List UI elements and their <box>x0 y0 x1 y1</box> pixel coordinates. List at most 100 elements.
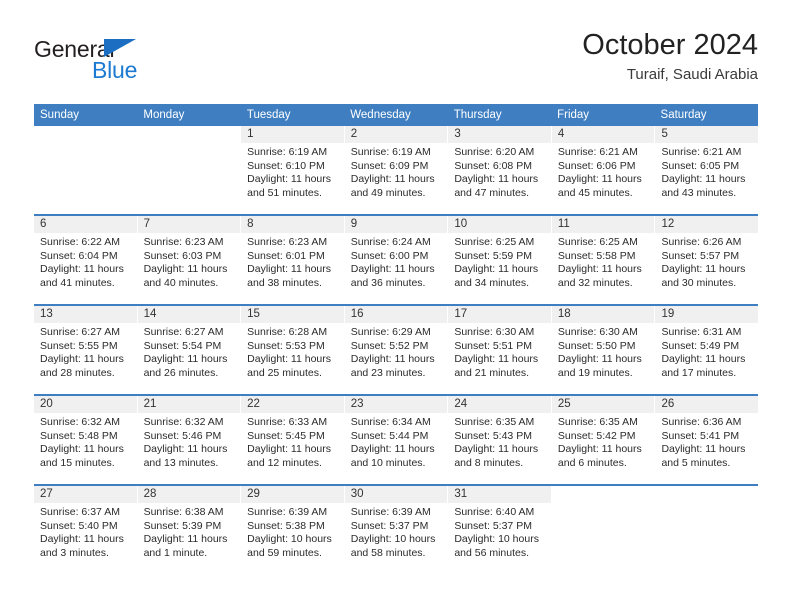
day-daylight1-text: Daylight: 11 hours <box>661 443 746 456</box>
calendar-day-cell[interactable]: 1 Sunrise: 6:19 AM Sunset: 6:10 PM Daylight… <box>241 126 345 214</box>
day-sunset-text: Sunset: 6:05 PM <box>661 159 740 172</box>
day-number: 5 <box>655 126 759 143</box>
day-sun-info: Sunrise: 6:39 AM Sunset: 5:37 PM Daylight:… <box>345 503 448 560</box>
calendar-day-cell[interactable]: 7 Sunrise: 6:23 AM Sunset: 6:03 PM Daylight… <box>137 216 242 304</box>
day-sun-info: Sunrise: 6:29 AM Sunset: 5:52 PM Daylight:… <box>345 323 448 380</box>
day-sun-info: Sunrise: 6:36 AM Sunset: 5:41 PM Daylight:… <box>655 413 758 470</box>
calendar-day-cell[interactable]: 5 Sunrise: 6:21 AM Sunset: 6:05 PM Daylight… <box>655 126 759 214</box>
day-number: 10 <box>448 216 551 233</box>
day-daylight1-text: Daylight: 10 hours <box>454 533 539 546</box>
calendar-day-cell[interactable]: 18 Sunrise: 6:30 AM Sunset: 5:50 PM Dayligh… <box>551 306 656 394</box>
weekday-header-thursday: Thursday <box>453 109 502 121</box>
day-sunrise-text: Sunrise: 6:23 AM <box>143 236 224 248</box>
day-daylight2-text: and 40 minutes. <box>143 276 219 289</box>
day-sunset-text: Sunset: 5:38 PM <box>247 519 325 532</box>
weekday-header-saturday: Saturday <box>660 109 707 121</box>
day-number: 18 <box>551 306 655 323</box>
calendar-day-cell[interactable]: 25 Sunrise: 6:35 AM Sunset: 5:42 PM Dayligh… <box>551 396 656 484</box>
day-daylight1-text: Daylight: 11 hours <box>247 173 332 186</box>
day-number: 14 <box>137 306 241 323</box>
day-sun-info: Sunrise: 6:30 AM Sunset: 5:50 PM Daylight:… <box>552 323 655 380</box>
day-daylight2-text: and 34 minutes. <box>454 276 530 289</box>
calendar-day-cell[interactable]: 29 Sunrise: 6:39 AM Sunset: 5:38 PM Dayligh… <box>241 486 345 574</box>
day-daylight1-text: Daylight: 11 hours <box>661 353 746 366</box>
calendar-day-cell-empty <box>655 486 758 574</box>
day-daylight1-text: Daylight: 11 hours <box>661 263 746 276</box>
calendar-day-cell[interactable]: 12 Sunrise: 6:26 AM Sunset: 5:57 PM Dayligh… <box>655 216 759 304</box>
day-number: 3 <box>448 126 551 143</box>
calendar-day-cell[interactable]: 2 Sunrise: 6:19 AM Sunset: 6:09 PM Daylight… <box>344 126 449 214</box>
day-sunset-text: Sunset: 5:40 PM <box>40 519 118 532</box>
calendar-day-cell[interactable]: 9 Sunrise: 6:24 AM Sunset: 6:00 PM Daylight… <box>344 216 449 304</box>
day-daylight1-text: Daylight: 11 hours <box>557 353 642 366</box>
calendar-day-cell[interactable]: 4 Sunrise: 6:21 AM Sunset: 6:06 PM Daylight… <box>551 126 656 214</box>
calendar-day-cell[interactable]: 20 Sunrise: 6:32 AM Sunset: 5:48 PM Dayligh… <box>34 396 138 484</box>
weekday-header-wednesday: Wednesday <box>350 109 411 121</box>
day-number: 23 <box>344 396 448 413</box>
day-sunset-text: Sunset: 6:04 PM <box>40 249 118 262</box>
calendar-day-cell[interactable]: 3 Sunrise: 6:20 AM Sunset: 6:08 PM Daylight… <box>448 126 552 214</box>
calendar-day-cell[interactable]: 15 Sunrise: 6:28 AM Sunset: 5:53 PM Dayligh… <box>241 306 345 394</box>
day-sunrise-text: Sunrise: 6:33 AM <box>247 416 328 428</box>
day-daylight1-text: Daylight: 10 hours <box>247 533 332 546</box>
day-sun-info: Sunrise: 6:26 AM Sunset: 5:57 PM Daylight:… <box>655 233 758 290</box>
calendar-day-cell[interactable]: 14 Sunrise: 6:27 AM Sunset: 5:54 PM Dayligh… <box>137 306 242 394</box>
calendar-day-cell[interactable]: 13 Sunrise: 6:27 AM Sunset: 5:55 PM Dayligh… <box>34 306 138 394</box>
day-daylight1-text: Daylight: 11 hours <box>557 263 642 276</box>
day-sunrise-text: Sunrise: 6:35 AM <box>454 416 535 428</box>
day-daylight2-text: and 19 minutes. <box>557 366 633 379</box>
day-daylight2-text: and 3 minutes. <box>40 546 109 559</box>
day-sunset-text: Sunset: 5:42 PM <box>557 429 636 442</box>
day-sunset-text: Sunset: 6:00 PM <box>350 249 429 262</box>
calendar-week-row: 27 Sunrise: 6:37 AM Sunset: 5:40 PM Dayligh… <box>34 484 758 574</box>
day-sunrise-text: Sunrise: 6:39 AM <box>350 506 431 518</box>
day-number: 9 <box>344 216 448 233</box>
calendar-day-cell[interactable]: 23 Sunrise: 6:34 AM Sunset: 5:44 PM Dayligh… <box>344 396 449 484</box>
day-daylight1-text: Daylight: 11 hours <box>143 263 228 276</box>
day-daylight2-text: and 32 minutes. <box>557 276 633 289</box>
day-daylight2-text: and 36 minutes. <box>350 276 426 289</box>
day-sun-info: Sunrise: 6:21 AM Sunset: 6:05 PM Daylight:… <box>655 143 758 200</box>
day-daylight2-text: and 47 minutes. <box>454 186 530 199</box>
calendar-day-cell[interactable]: 11 Sunrise: 6:25 AM Sunset: 5:58 PM Dayligh… <box>551 216 656 304</box>
calendar-day-cell[interactable]: 27 Sunrise: 6:37 AM Sunset: 5:40 PM Dayligh… <box>34 486 138 574</box>
day-sun-info: Sunrise: 6:31 AM Sunset: 5:49 PM Daylight:… <box>655 323 758 380</box>
calendar-day-cell[interactable]: 19 Sunrise: 6:31 AM Sunset: 5:49 PM Dayligh… <box>655 306 759 394</box>
day-sunrise-text: Sunrise: 6:25 AM <box>454 236 535 248</box>
calendar-day-cell[interactable]: 6 Sunrise: 6:22 AM Sunset: 6:04 PM Daylight… <box>34 216 138 304</box>
day-sunset-text: Sunset: 5:43 PM <box>454 429 532 442</box>
day-daylight2-text: and 23 minutes. <box>350 366 426 379</box>
day-daylight2-text: and 10 minutes. <box>350 456 426 469</box>
day-daylight2-text: and 28 minutes. <box>40 366 115 379</box>
day-daylight2-text: and 49 minutes. <box>350 186 426 199</box>
calendar-day-cell[interactable]: 31 Sunrise: 6:40 AM Sunset: 5:37 PM Dayligh… <box>448 486 552 574</box>
calendar-day-cell-empty <box>34 126 138 214</box>
day-number: 30 <box>344 486 448 503</box>
calendar-day-cell[interactable]: 21 Sunrise: 6:32 AM Sunset: 5:46 PM Dayligh… <box>137 396 242 484</box>
calendar-day-cell[interactable]: 10 Sunrise: 6:25 AM Sunset: 5:59 PM Dayligh… <box>448 216 552 304</box>
day-sunrise-text: Sunrise: 6:32 AM <box>40 416 120 428</box>
day-sun-info: Sunrise: 6:24 AM Sunset: 6:00 PM Daylight:… <box>345 233 448 290</box>
calendar-day-cell[interactable]: 17 Sunrise: 6:30 AM Sunset: 5:51 PM Dayligh… <box>448 306 552 394</box>
day-sunset-text: Sunset: 5:55 PM <box>40 339 118 352</box>
day-sun-info: Sunrise: 6:25 AM Sunset: 5:59 PM Daylight:… <box>448 233 551 290</box>
day-sunset-text: Sunset: 5:50 PM <box>557 339 636 352</box>
generalblue-logo[interactable]: General Blue <box>34 36 194 94</box>
calendar-day-cell[interactable]: 16 Sunrise: 6:29 AM Sunset: 5:52 PM Dayligh… <box>344 306 449 394</box>
calendar-day-cell[interactable]: 24 Sunrise: 6:35 AM Sunset: 5:43 PM Dayligh… <box>448 396 552 484</box>
calendar-day-cell[interactable]: 8 Sunrise: 6:23 AM Sunset: 6:01 PM Daylight… <box>241 216 345 304</box>
day-daylight2-text: and 15 minutes. <box>40 456 115 469</box>
calendar-grid: Sunday Monday Tuesday Wednesday Thursday… <box>34 104 759 574</box>
calendar-day-cell[interactable]: 22 Sunrise: 6:33 AM Sunset: 5:45 PM Dayligh… <box>241 396 345 484</box>
day-sunrise-text: Sunrise: 6:37 AM <box>40 506 120 518</box>
day-number: 4 <box>551 126 655 143</box>
day-daylight2-text: and 30 minutes. <box>661 276 737 289</box>
calendar-day-cell[interactable]: 30 Sunrise: 6:39 AM Sunset: 5:37 PM Dayligh… <box>344 486 449 574</box>
day-sunrise-text: Sunrise: 6:26 AM <box>661 236 742 248</box>
day-daylight1-text: Daylight: 11 hours <box>661 173 746 186</box>
day-sunset-text: Sunset: 5:51 PM <box>454 339 532 352</box>
day-number: 16 <box>344 306 448 323</box>
calendar-week-row: 1 Sunrise: 6:19 AM Sunset: 6:10 PM Daylight… <box>34 126 759 214</box>
calendar-day-cell[interactable]: 28 Sunrise: 6:38 AM Sunset: 5:39 PM Dayligh… <box>137 486 242 574</box>
calendar-day-cell[interactable]: 26 Sunrise: 6:36 AM Sunset: 5:41 PM Dayligh… <box>655 396 759 484</box>
